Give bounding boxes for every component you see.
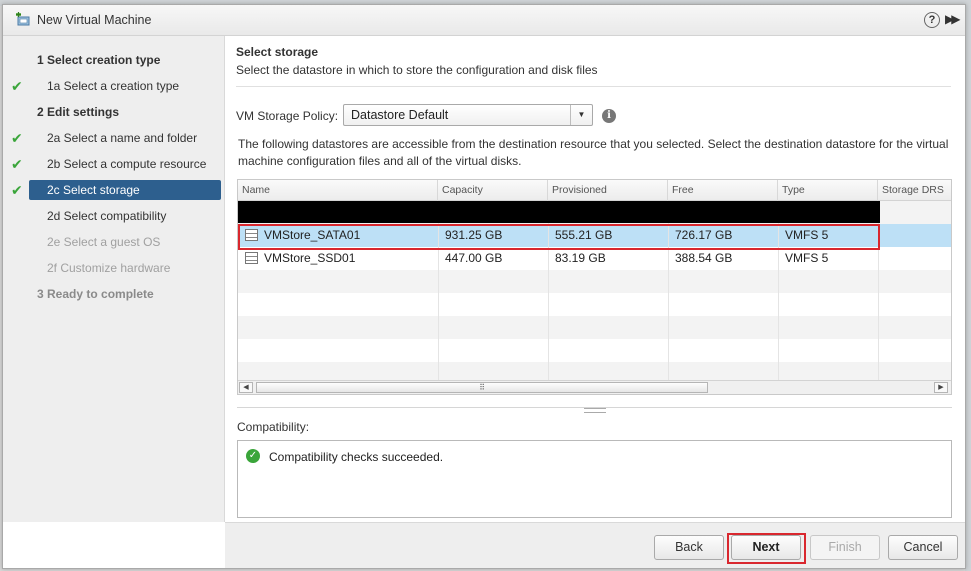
finish-button: Finish (810, 535, 880, 560)
nav-step-2b[interactable]: ✔ 2b Select a compute resource (3, 154, 225, 174)
checkmark-icon: ✔ (11, 156, 23, 172)
compatibility-message: Compatibility checks succeeded. (269, 450, 444, 464)
datastore-icon (245, 252, 258, 264)
checkmark-icon: ✔ (11, 130, 23, 146)
column-header-storage-drs[interactable]: Storage DRS (878, 180, 951, 201)
storage-policy-dropdown[interactable]: Datastore Default ▼ (343, 104, 593, 126)
main-panel: Select storage Select the datastore in w… (225, 36, 965, 522)
table-row-empty (238, 339, 951, 362)
horizontal-scrollbar[interactable]: ◀ ⠿ ▶ (238, 380, 951, 394)
section-description: Select the datastore in which to store t… (236, 63, 598, 77)
nav-label: 2a Select a name and folder (47, 131, 198, 145)
help-icon[interactable]: ? (924, 12, 940, 28)
datastore-description: The following datastores are accessible … (238, 137, 949, 168)
info-icon[interactable]: i (602, 109, 616, 123)
cell-name: VMStore_SSD01 (238, 247, 438, 270)
table-row-empty (238, 316, 951, 339)
checkmark-icon: ✔ (11, 78, 23, 94)
dropdown-value: Datastore Default (351, 108, 449, 122)
dropdown-arrow-icon[interactable]: ▼ (570, 105, 592, 125)
scroll-thumb[interactable]: ⠿ (256, 382, 708, 393)
cell-capacity: 447.00 GB (445, 251, 503, 265)
compatibility-label: Compatibility: (237, 420, 310, 434)
nav-step-2d[interactable]: 2d Select compatibility (3, 206, 225, 226)
checkmark-icon: ✔ (11, 182, 23, 198)
scroll-left-icon[interactable]: ◀ (239, 382, 253, 393)
back-button[interactable]: Back (654, 535, 724, 560)
nav-label: 2 Edit settings (37, 105, 120, 119)
cell-free: 388.54 GB (675, 251, 733, 265)
title-bar: New Virtual Machine ? ▶▶ (3, 5, 965, 36)
table-row[interactable]: VMStore_SSD01 447.00 GB 83.19 GB 388.54 … (238, 247, 951, 270)
nav-label: 2f Customize hardware (47, 261, 171, 275)
section-title: Select storage (236, 45, 319, 59)
check-circle-icon: ✓ (246, 449, 260, 463)
nav-label: 2d Select compatibility (47, 209, 167, 223)
datastore-name: VMStore_SSD01 (264, 251, 356, 265)
splitter-grip-icon[interactable] (584, 408, 606, 413)
column-header-provisioned[interactable]: Provisioned (548, 180, 668, 201)
nav-step-1[interactable]: 1 Select creation type (3, 50, 225, 70)
nav-label: 2b Select a compute resource (47, 157, 207, 171)
nav-step-2[interactable]: 2 Edit settings (3, 102, 225, 122)
grip-icon: ⠿ (479, 383, 485, 392)
divider (236, 86, 951, 87)
cell-provisioned: 83.19 GB (555, 251, 606, 265)
nav-label: 1 Select creation type (37, 53, 161, 67)
grid-header: Name Capacity Provisioned Free Type Stor… (238, 180, 951, 201)
table-row-empty (238, 293, 951, 316)
highlight-box (238, 224, 880, 250)
nav-label: 2e Select a guest OS (47, 235, 161, 249)
expand-icon[interactable]: ▶▶ (945, 12, 960, 28)
nav-step-2a[interactable]: ✔ 2a Select a name and folder (3, 128, 225, 148)
next-highlight-box (727, 533, 806, 564)
new-vm-icon (16, 12, 30, 26)
nav-step-2f: 2f Customize hardware (3, 258, 225, 278)
nav-step-2c[interactable]: ✔ 2c Select storage (3, 180, 225, 200)
dialog-title: New Virtual Machine (37, 13, 152, 27)
column-header-capacity[interactable]: Capacity (438, 180, 548, 201)
cell-type: VMFS 5 (785, 251, 829, 265)
nav-label: 2c Select storage (47, 183, 140, 197)
column-header-name[interactable]: Name (238, 180, 438, 201)
nav-step-1a[interactable]: ✔ 1a Select a creation type (3, 76, 225, 96)
redacted-row (238, 201, 880, 223)
table-row-empty (238, 270, 951, 293)
column-header-free[interactable]: Free (668, 180, 778, 201)
storage-policy-label: VM Storage Policy: (236, 109, 339, 123)
nav-step-2e: 2e Select a guest OS (3, 232, 225, 252)
footer-bar: Back Next Finish Cancel (225, 522, 965, 568)
cancel-button[interactable]: Cancel (888, 535, 958, 560)
new-vm-dialog: New Virtual Machine ? ▶▶ 1 Select creati… (2, 4, 966, 569)
compatibility-panel: ✓ Compatibility checks succeeded. (237, 440, 952, 518)
nav-step-3: 3 Ready to complete (3, 284, 225, 304)
nav-label: 1a Select a creation type (47, 79, 180, 93)
scroll-right-icon[interactable]: ▶ (934, 382, 948, 393)
wizard-nav: 1 Select creation type ✔ 1a Select a cre… (3, 36, 225, 522)
column-header-type[interactable]: Type (778, 180, 878, 201)
nav-label: 3 Ready to complete (37, 287, 154, 301)
datastore-grid: Name Capacity Provisioned Free Type Stor… (237, 179, 952, 395)
